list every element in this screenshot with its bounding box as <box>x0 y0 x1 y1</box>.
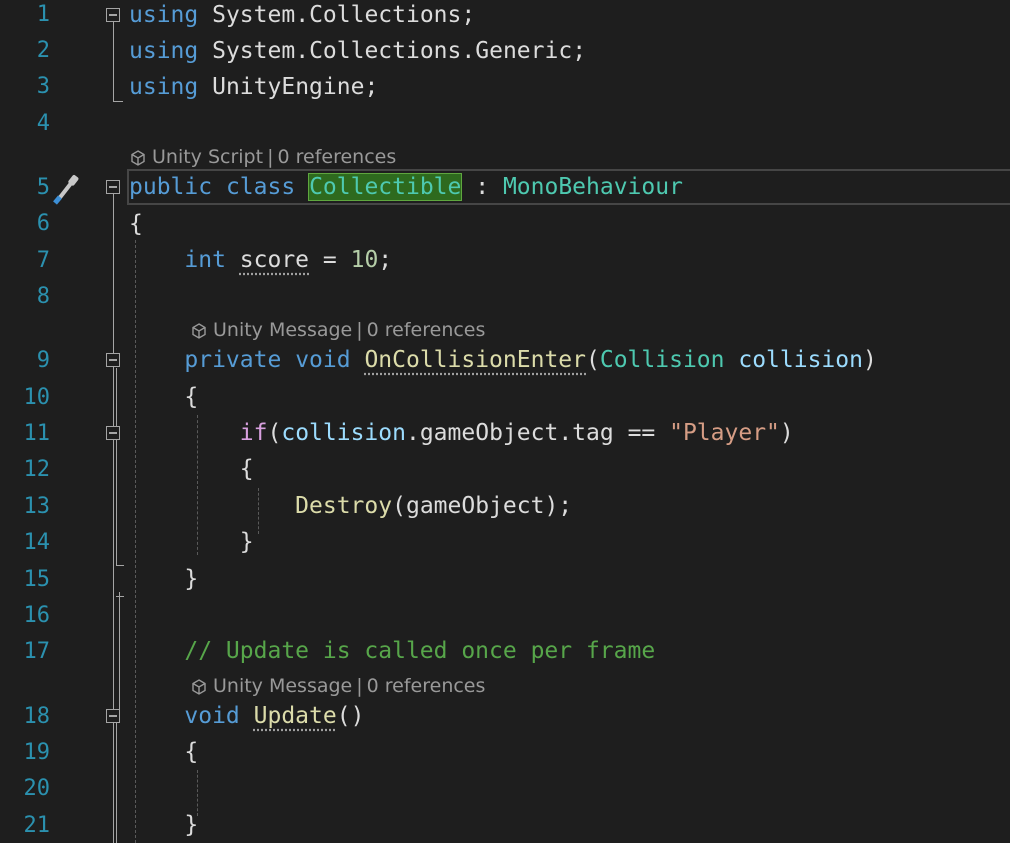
code-line-18[interactable]: void Update() <box>129 703 364 729</box>
codelens-kind[interactable]: Unity Message <box>213 675 352 697</box>
code-line-14[interactable]: } <box>129 529 254 555</box>
line-number: 12 <box>23 457 51 482</box>
line-number: 11 <box>23 421 51 446</box>
code-line-9[interactable]: private void OnCollisionEnter(Collision … <box>129 347 876 373</box>
line-number: 5 <box>36 175 50 200</box>
collapse-icon[interactable] <box>106 353 120 367</box>
line-number: 14 <box>23 530 51 555</box>
line-number: 8 <box>36 284 50 309</box>
line-number: 19 <box>23 740 51 765</box>
cube-icon <box>191 678 207 700</box>
code-line-21[interactable]: } <box>129 812 198 838</box>
codelens[interactable]: Unity Script | 0 references <box>130 146 396 171</box>
cube-icon <box>130 149 146 171</box>
code-line-10[interactable]: { <box>129 384 198 410</box>
codelens[interactable]: Unity Message | 0 references <box>191 319 485 344</box>
line-number: 4 <box>36 111 50 136</box>
line-number: 2 <box>36 38 50 63</box>
line-number: 17 <box>23 639 51 664</box>
codelens[interactable]: Unity Message | 0 references <box>191 675 485 700</box>
collapse-icon[interactable] <box>106 8 120 22</box>
codelens-references[interactable]: 0 references <box>277 146 396 168</box>
code-line-17[interactable]: // Update is called once per frame <box>129 638 655 664</box>
codelens-references[interactable]: 0 references <box>367 319 486 341</box>
code-line-6[interactable]: { <box>129 211 143 237</box>
collapse-icon[interactable] <box>106 180 120 194</box>
code-line-13[interactable]: Destroy(gameObject); <box>129 493 572 519</box>
collapse-icon[interactable] <box>106 426 120 440</box>
code-line-5[interactable]: public class Collectible : MonoBehaviour <box>129 173 683 201</box>
highlighted-class-name[interactable]: Collectible <box>308 173 463 201</box>
line-number: 16 <box>23 603 51 628</box>
code-line-12[interactable]: { <box>129 456 254 482</box>
codelens-references[interactable]: 0 references <box>367 675 486 697</box>
line-number: 6 <box>36 211 50 236</box>
codelens-kind[interactable]: Unity Message <box>213 319 352 341</box>
line-number: 9 <box>36 348 50 373</box>
collapse-icon[interactable] <box>106 709 120 723</box>
code-line-3[interactable]: using UnityEngine; <box>129 74 378 100</box>
code-line-15[interactable]: } <box>129 566 198 592</box>
line-number: 1 <box>36 2 50 27</box>
code-line-11[interactable]: if(collision.gameObject.tag == "Player") <box>129 420 794 446</box>
indent-guide <box>197 770 198 816</box>
code-line-19[interactable]: { <box>129 739 198 765</box>
code-line-1[interactable]: using System.Collections; <box>129 2 475 28</box>
line-number: 10 <box>23 385 51 410</box>
line-number: 18 <box>23 704 51 729</box>
code-line-2[interactable]: using System.Collections.Generic; <box>129 38 586 64</box>
screwdriver-brush-icon[interactable] <box>50 172 82 206</box>
line-number: 7 <box>36 248 50 273</box>
line-number: 13 <box>23 494 51 519</box>
line-number: 21 <box>23 813 51 838</box>
line-number: 20 <box>23 776 51 801</box>
code-line-7[interactable]: int score = 10; <box>129 247 392 273</box>
codelens-kind[interactable]: Unity Script <box>152 146 263 168</box>
line-number: 3 <box>36 74 50 99</box>
line-number: 15 <box>23 567 51 592</box>
cube-icon <box>191 322 207 344</box>
